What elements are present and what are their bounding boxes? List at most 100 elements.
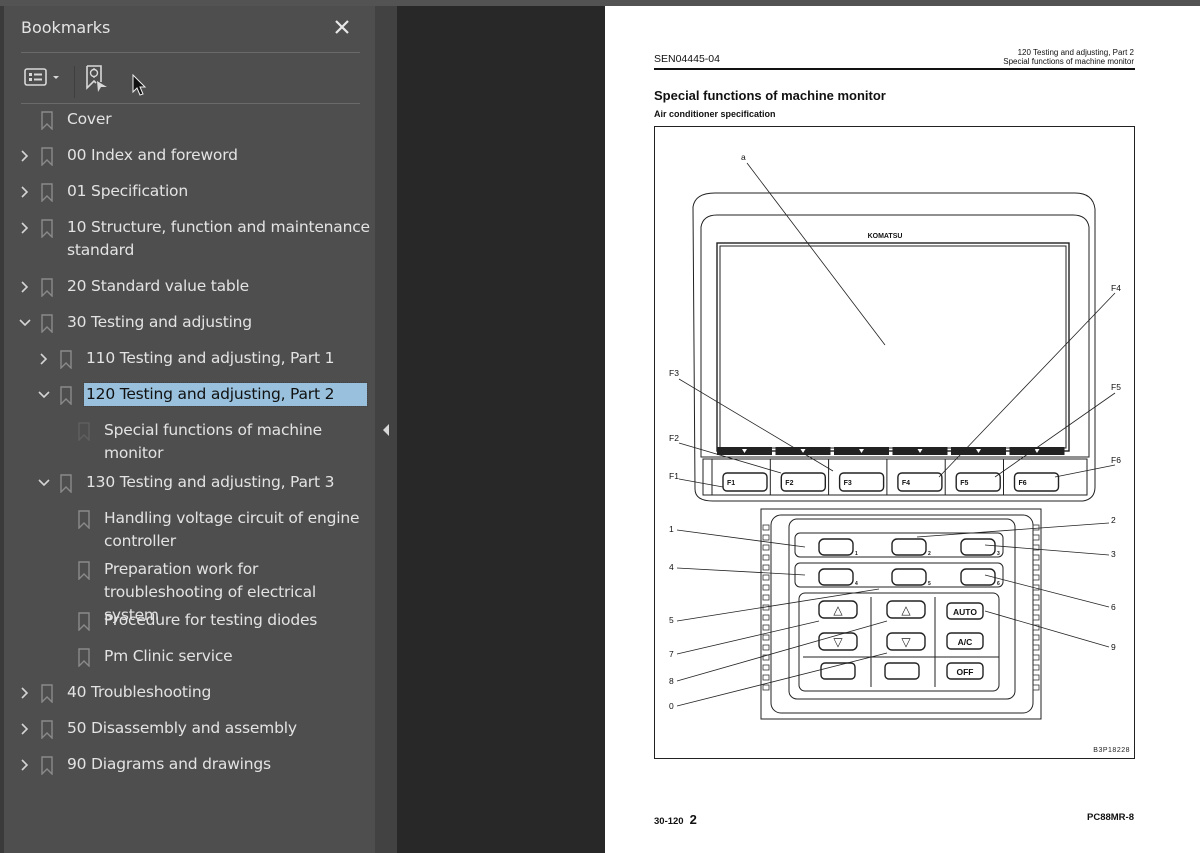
footer-page: 30-120: [654, 816, 684, 827]
chevron-right-icon[interactable]: [18, 221, 32, 235]
chevron-right-icon[interactable]: [18, 686, 32, 700]
bookmark-label[interactable]: 20 Standard value table: [67, 275, 249, 298]
callout-label: F3: [669, 368, 679, 378]
bookmark-label[interactable]: Special functions of machine monitor: [104, 419, 322, 465]
chevron-right-icon[interactable]: [18, 185, 32, 199]
bookmark-icon: [78, 561, 90, 580]
chevron-down-icon[interactable]: [37, 388, 51, 402]
bookmark-icon: [41, 278, 53, 297]
arrow-key-glyph: ▽: [901, 635, 911, 649]
callout-label: F4: [1111, 283, 1121, 293]
vent-slot: [1032, 554, 1040, 561]
bookmark-options-button[interactable]: [23, 66, 63, 90]
function-key-label: F4: [902, 480, 910, 487]
bookmark-icon: [41, 756, 53, 775]
mouse-cursor-icon: [132, 74, 147, 96]
collapse-panel-icon[interactable]: [383, 424, 389, 436]
function-key-label: F3: [844, 480, 852, 487]
bookmark-label-line: Procedure for testing diodes: [104, 611, 318, 629]
footer-revision: 2: [689, 812, 697, 827]
bookmark-label[interactable]: Procedure for testing diodes: [104, 609, 317, 632]
bookmark-label-line: 90 Diagrams and drawings: [67, 755, 271, 773]
vent-slot: [762, 524, 770, 531]
bookmark-label[interactable]: 120 Testing and adjusting, Part 2: [83, 382, 368, 407]
vent-slot: [762, 674, 770, 681]
figure-code: B3P18228: [1093, 747, 1130, 754]
header-rule: [654, 68, 1135, 70]
bookmark-label[interactable]: 130 Testing and adjusting, Part 3: [86, 471, 334, 494]
callout-label: a: [741, 152, 746, 162]
vent-slot: [1032, 594, 1040, 601]
panel-key: [891, 538, 927, 556]
arrow-key-glyph: ▽: [833, 635, 843, 649]
vent-slot: [1032, 604, 1040, 611]
bookmark-label[interactable]: 40 Troubleshooting: [67, 681, 211, 704]
bookmark-label[interactable]: 50 Disassembly and assembly: [67, 717, 297, 740]
bookmark-label[interactable]: Pm Clinic service: [104, 645, 233, 668]
function-key-label: F1: [727, 480, 735, 487]
bookmark-label-line: Special functions of machine: [104, 421, 322, 439]
bookmark-label[interactable]: 01 Specification: [67, 180, 188, 203]
chevron-right-icon[interactable]: [37, 352, 51, 366]
callout-label: 7: [669, 649, 674, 659]
vent-slot: [1032, 674, 1040, 681]
page-subheading: Air conditioner specification: [654, 109, 776, 119]
chevron-right-icon[interactable]: [18, 758, 32, 772]
document-id: SEN04445-04: [654, 53, 720, 65]
bookmark-label[interactable]: 10 Structure, function and maintenance st…: [67, 216, 370, 262]
key-number: 5: [928, 581, 931, 587]
bookmark-label[interactable]: 30 Testing and adjusting: [67, 311, 252, 334]
leader-line: [916, 522, 1110, 538]
key-number: 2: [928, 551, 931, 557]
bookmark-label[interactable]: Handling voltage circuit of engine contro…: [104, 507, 360, 553]
callout-label: 2: [1111, 515, 1116, 525]
vent-slot: [1032, 564, 1040, 571]
bookmark-label-line: controller: [104, 532, 176, 550]
leader-line: [676, 620, 820, 655]
page-footer-number: 30-120 2: [654, 812, 697, 827]
chevron-down-icon[interactable]: [37, 476, 51, 490]
vent-slot: [762, 594, 770, 601]
bookmark-label[interactable]: 90 Diagrams and drawings: [67, 753, 271, 776]
ac-key-label: AUTO: [953, 607, 977, 617]
bookmark-label-line: Preparation work for: [104, 560, 259, 578]
bookmark-label-line: 50 Disassembly and assembly: [67, 719, 297, 737]
chevron-right-icon[interactable]: [18, 722, 32, 736]
key-number: 6: [997, 581, 1000, 587]
vent-slot: [762, 564, 770, 571]
chevron-right-icon[interactable]: [18, 280, 32, 294]
toolbar-separator: [74, 66, 75, 98]
bookmark-label[interactable]: 00 Index and foreword: [67, 144, 238, 167]
arrow-key-glyph: △: [901, 603, 911, 617]
brand-logo: KOMATSU: [868, 233, 903, 240]
monitor-screen: [716, 242, 1070, 452]
leader-line: [676, 652, 888, 707]
monitor-bezel: [700, 214, 1090, 458]
vent-slot: [762, 584, 770, 591]
leader-line: [1054, 464, 1116, 478]
panel-key: [891, 568, 927, 586]
bookmark-icon: [41, 147, 53, 166]
bookmark-label-line: 40 Troubleshooting: [67, 683, 212, 701]
bookmark-label[interactable]: 110 Testing and adjusting, Part 1: [86, 347, 334, 370]
bookmark-icon: [78, 510, 90, 529]
bookmark-label-line: 00 Index and foreword: [67, 146, 238, 164]
callout-label: F1: [669, 471, 679, 481]
bookmark-label[interactable]: Cover: [67, 108, 112, 131]
divider: [21, 52, 360, 53]
bookmark-label-line: monitor: [104, 444, 164, 462]
panel-key: [884, 662, 920, 680]
bookmark-icon: [60, 474, 72, 493]
vent-slot: [1032, 684, 1040, 691]
divider: [21, 103, 360, 104]
bookmark-icon: [41, 219, 53, 238]
chevron-down-icon[interactable]: [18, 316, 32, 330]
close-icon: [335, 20, 349, 34]
vent-slot: [1032, 534, 1040, 541]
leader-line: [676, 588, 880, 622]
chevron-right-icon[interactable]: [18, 149, 32, 163]
find-current-bookmark-button[interactable]: [82, 64, 110, 94]
close-panel-button[interactable]: [331, 16, 353, 38]
page-footer-model: PC88MR-8: [1087, 812, 1134, 823]
callout-label: 0: [669, 701, 674, 711]
